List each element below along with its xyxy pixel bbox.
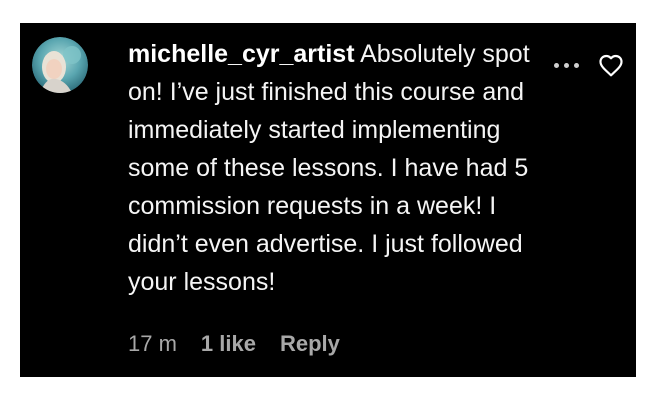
avatar[interactable]: [32, 37, 88, 93]
reply-button[interactable]: Reply: [280, 331, 340, 357]
like-button[interactable]: [598, 53, 624, 77]
comment-username[interactable]: michelle_cyr_artist: [128, 40, 355, 68]
comment-text: Absolutely spot on! I’ve just finished t…: [128, 40, 530, 296]
comment-body: michelle_cyr_artist Absolutely spot on! …: [128, 35, 548, 301]
more-options-icon: [553, 62, 559, 68]
comment-timestamp: 17 m: [128, 331, 177, 356]
comment-card: michelle_cyr_artist Absolutely spot on! …: [20, 23, 636, 377]
likes-count-link[interactable]: 1 like: [201, 331, 256, 357]
comment-meta: 17 m 1 like Reply: [128, 331, 340, 357]
heart-outline-icon: [599, 54, 623, 77]
avatar-image: [32, 37, 88, 93]
more-options-button[interactable]: [546, 55, 586, 75]
